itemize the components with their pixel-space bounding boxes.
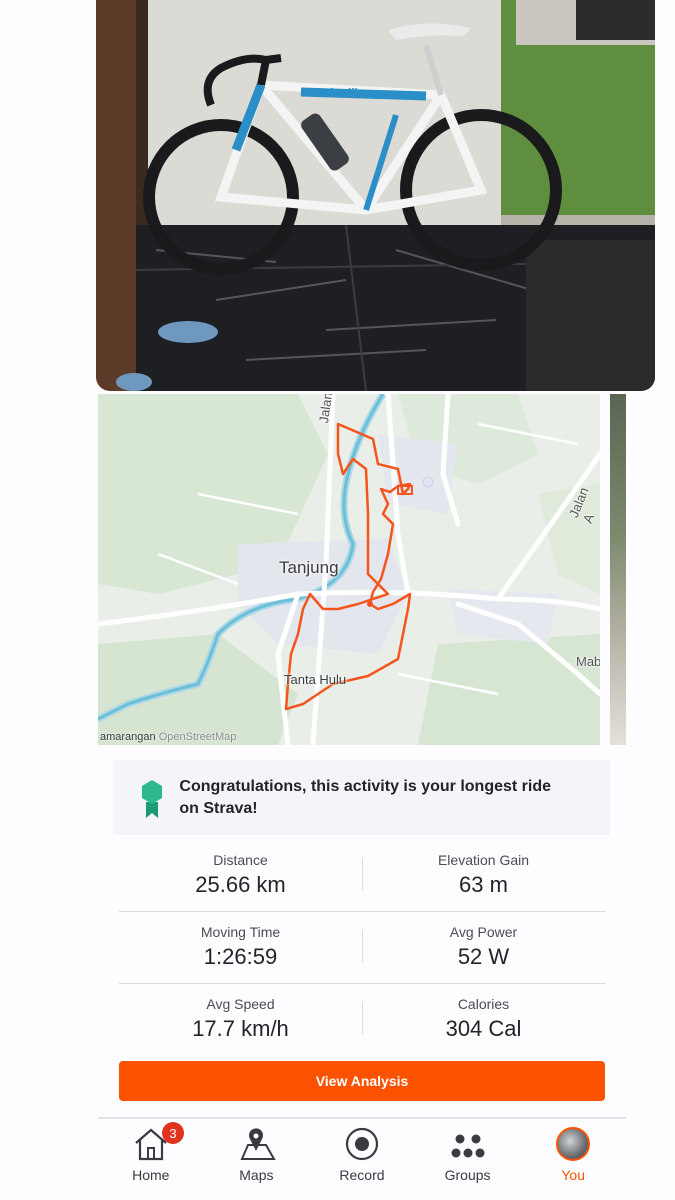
map-attribution-text: OpenStreetMap xyxy=(158,731,237,743)
achievement-banner: Congratulations, this activity is your l… xyxy=(113,760,610,835)
stat-value: 304 Cal xyxy=(445,1016,522,1041)
activity-photo[interactable]: Cinelli xyxy=(96,0,655,391)
medal-icon xyxy=(135,778,169,818)
stat-label: Elevation Gain xyxy=(437,852,530,868)
tab-groups[interactable]: Groups xyxy=(415,1121,521,1187)
stat-value: 63 m xyxy=(459,872,508,897)
map-label-village: Tanta Hulu xyxy=(284,672,347,687)
stats-row: Avg Speed 17.7 km/h Calories 304 Cal xyxy=(119,984,605,1056)
stat-avg-speed: Avg Speed 17.7 km/h xyxy=(119,984,362,1056)
avatar xyxy=(556,1127,591,1161)
tab-label-record: Record xyxy=(339,1167,385,1183)
view-analysis-button[interactable]: View Analysis xyxy=(119,1061,605,1101)
tab-label-groups: Groups xyxy=(444,1167,491,1183)
stat-label: Calories xyxy=(457,996,510,1012)
stat-label: Avg Speed xyxy=(206,996,275,1012)
stat-label: Moving Time xyxy=(200,924,281,940)
tab-home[interactable]: 3 Home xyxy=(98,1121,204,1187)
map-label-west-edge: amarangan xyxy=(100,731,156,743)
tab-you[interactable]: You xyxy=(520,1121,626,1187)
stats-row: Distance 25.66 km Elevation Gain 63 m xyxy=(119,840,605,912)
stat-avg-power: Avg Power 52 W xyxy=(362,912,605,983)
notification-badge: 3 xyxy=(162,1122,184,1144)
tab-label-maps: Maps xyxy=(239,1167,274,1183)
stat-value: 1:26:59 xyxy=(203,944,278,969)
tab-record[interactable]: Record xyxy=(309,1121,415,1187)
stat-calories: Calories 304 Cal xyxy=(362,984,605,1056)
stat-label: Avg Power xyxy=(449,924,518,940)
activity-stats: Distance 25.66 km Elevation Gain 63 m Mo… xyxy=(119,840,605,1056)
achievement-text: Congratulations, this activity is your l… xyxy=(179,777,552,817)
stat-value: 25.66 km xyxy=(195,872,286,897)
stat-distance: Distance 25.66 km xyxy=(119,840,362,911)
map-pin-icon xyxy=(236,1125,277,1161)
next-media-peek[interactable] xyxy=(610,394,626,745)
stats-row: Moving Time 1:26:59 Avg Power 52 W xyxy=(119,912,605,984)
tab-maps[interactable]: Maps xyxy=(204,1121,310,1187)
map-attribution: amarangan OpenStreetMap xyxy=(100,731,236,743)
stat-elevation-gain: Elevation Gain 63 m xyxy=(362,840,605,911)
divider xyxy=(98,1117,626,1119)
stat-value: 52 W xyxy=(457,944,510,969)
map-label-east-edge: Mab xyxy=(576,654,600,669)
map-label-town: Tanjung xyxy=(279,558,339,577)
stat-label: Distance xyxy=(213,852,268,868)
stat-value: 17.7 km/h xyxy=(192,1016,289,1041)
groups-icon xyxy=(450,1125,486,1161)
tab-label-you: You xyxy=(561,1167,585,1183)
record-icon xyxy=(345,1125,379,1161)
tab-you-icon xyxy=(556,1125,591,1161)
bike-brand-text: Cinelli xyxy=(321,86,358,100)
tab-label-home: Home xyxy=(132,1167,170,1183)
route-map[interactable]: Tanjung Tanta Hulu Jalan Basu Jalan A Ma… xyxy=(98,394,600,745)
bicycle-photo: Cinelli xyxy=(96,0,655,391)
bottom-tab-bar: 3 Home Maps Record Groups You xyxy=(98,1121,626,1187)
stat-moving-time: Moving Time 1:26:59 xyxy=(119,912,362,983)
